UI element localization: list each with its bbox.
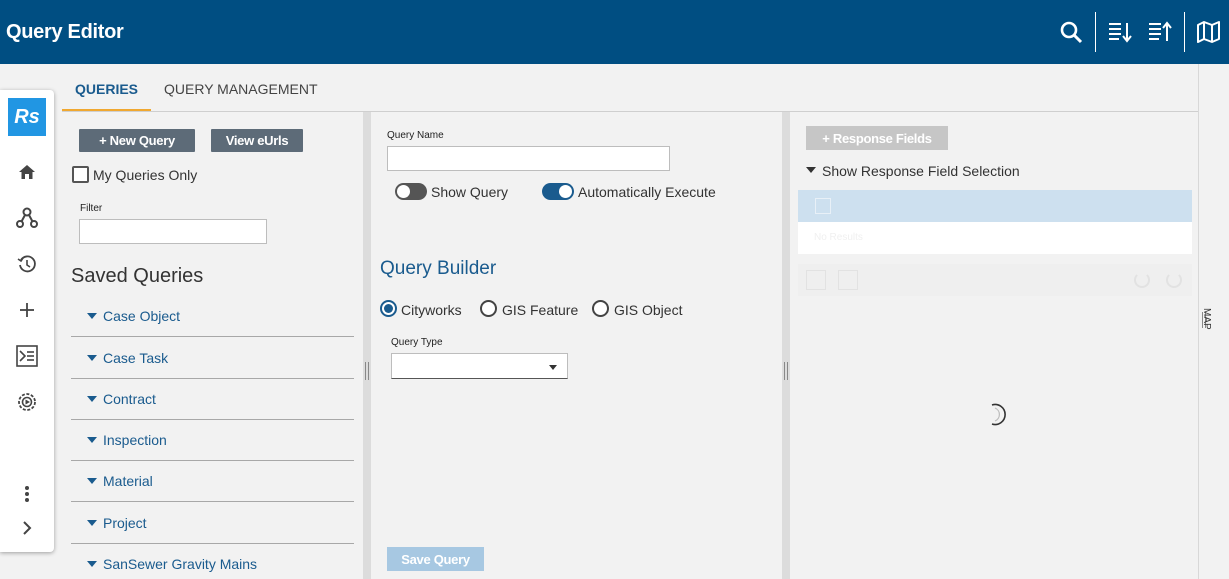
toggle-knob [559,185,572,198]
tab-query-management[interactable]: QUERY MANAGEMENT [151,70,331,112]
auto-execute-label: Automatically Execute [578,184,716,200]
expand-chevron-icon[interactable] [13,514,41,542]
saved-query-item[interactable]: SanSewer Gravity Mains [71,543,354,579]
export-icon[interactable] [806,270,826,290]
map-label[interactable]: MAP [1201,308,1212,330]
tab-divider [62,111,1200,112]
query-type-select[interactable] [391,353,568,379]
search-icon[interactable] [1051,12,1091,52]
my-queries-label: My Queries Only [93,167,198,183]
saved-queries-title: Saved Queries [71,265,204,287]
select-all-checkbox[interactable] [815,198,831,214]
pane-splitter-left[interactable] [363,112,371,579]
map-icon[interactable] [1189,12,1229,52]
splitter-grip [784,362,788,380]
show-response-field-selection[interactable]: Show Response Field Selection [822,163,1020,179]
more-vertical-icon[interactable] [13,480,41,508]
loading-spinner-icon [986,402,1010,433]
tab-bar: QUERIES QUERY MANAGEMENT [62,70,331,112]
my-queries-checkbox[interactable] [72,166,89,183]
radio-gis-feature[interactable] [480,300,497,317]
radio-gis-feature-label: GIS Feature [502,302,579,318]
saved-query-item[interactable]: Material [71,460,354,502]
hierarchy-icon[interactable] [13,204,41,232]
radio-cityworks[interactable] [380,300,397,317]
caret-down-icon [806,167,816,173]
saved-query-item[interactable]: Case Task [71,337,354,379]
splitter-grip [365,362,369,380]
app-logo[interactable]: Rs [8,98,46,136]
app-header: Query Editor [0,0,1229,64]
query-name-label: Query Name [387,130,444,141]
refresh-icon[interactable] [1134,272,1150,288]
response-fields-button[interactable]: + Response Fields [806,126,948,150]
saved-query-item[interactable]: Case Object [71,295,354,337]
caret-down-icon [87,354,97,361]
view-eurls-button[interactable]: View eUrls [211,129,303,152]
filter-input[interactable] [79,219,267,244]
side-rail: Rs [0,90,54,552]
sort-ascending-icon[interactable] [1140,12,1180,52]
saved-query-item[interactable]: Project [71,502,354,544]
radio-cityworks-label: Cityworks [401,302,462,318]
saved-query-item[interactable]: Inspection [71,419,354,461]
plus-icon[interactable] [13,296,41,324]
query-editor-icon[interactable] [13,342,41,370]
pane-splitter-right[interactable] [782,112,790,579]
header-separator [1184,12,1185,52]
results-grid-header [798,190,1192,222]
grid-icon[interactable] [838,270,858,290]
query-builder-title: Query Builder [380,258,497,279]
app-title: Query Editor [6,20,124,43]
results-grid-toolbar [798,264,1192,296]
dropdown-arrow-icon [549,365,557,370]
history-icon[interactable] [13,250,41,278]
new-query-button[interactable]: + New Query [79,129,195,152]
header-toolbar [1051,0,1229,64]
radio-gis-object-label: GIS Object [614,302,683,318]
reset-icon[interactable] [1166,272,1182,288]
save-query-button[interactable]: Save Query [387,547,484,571]
saved-query-item[interactable]: Contract [71,378,354,420]
home-icon[interactable] [13,158,41,186]
show-query-label: Show Query [431,184,509,200]
radio-gis-object[interactable] [592,300,609,317]
caret-down-icon [87,560,97,567]
query-name-input[interactable] [387,146,670,171]
tab-queries[interactable]: QUERIES [62,70,152,112]
results-grid-empty-row: No Results [798,222,1192,254]
header-separator [1095,12,1096,52]
caret-down-icon [87,519,97,526]
query-type-label: Query Type [391,337,443,348]
caret-down-icon [87,312,97,319]
caret-down-icon [87,436,97,443]
settings-icon[interactable] [13,388,41,416]
sort-descending-icon[interactable] [1100,12,1140,52]
toggle-knob [397,185,410,198]
show-query-toggle[interactable] [395,183,427,200]
no-results-text: No Results [814,232,863,243]
auto-execute-toggle[interactable] [542,183,574,200]
caret-down-icon [87,477,97,484]
caret-down-icon [87,395,97,402]
filter-label: Filter [80,203,103,214]
